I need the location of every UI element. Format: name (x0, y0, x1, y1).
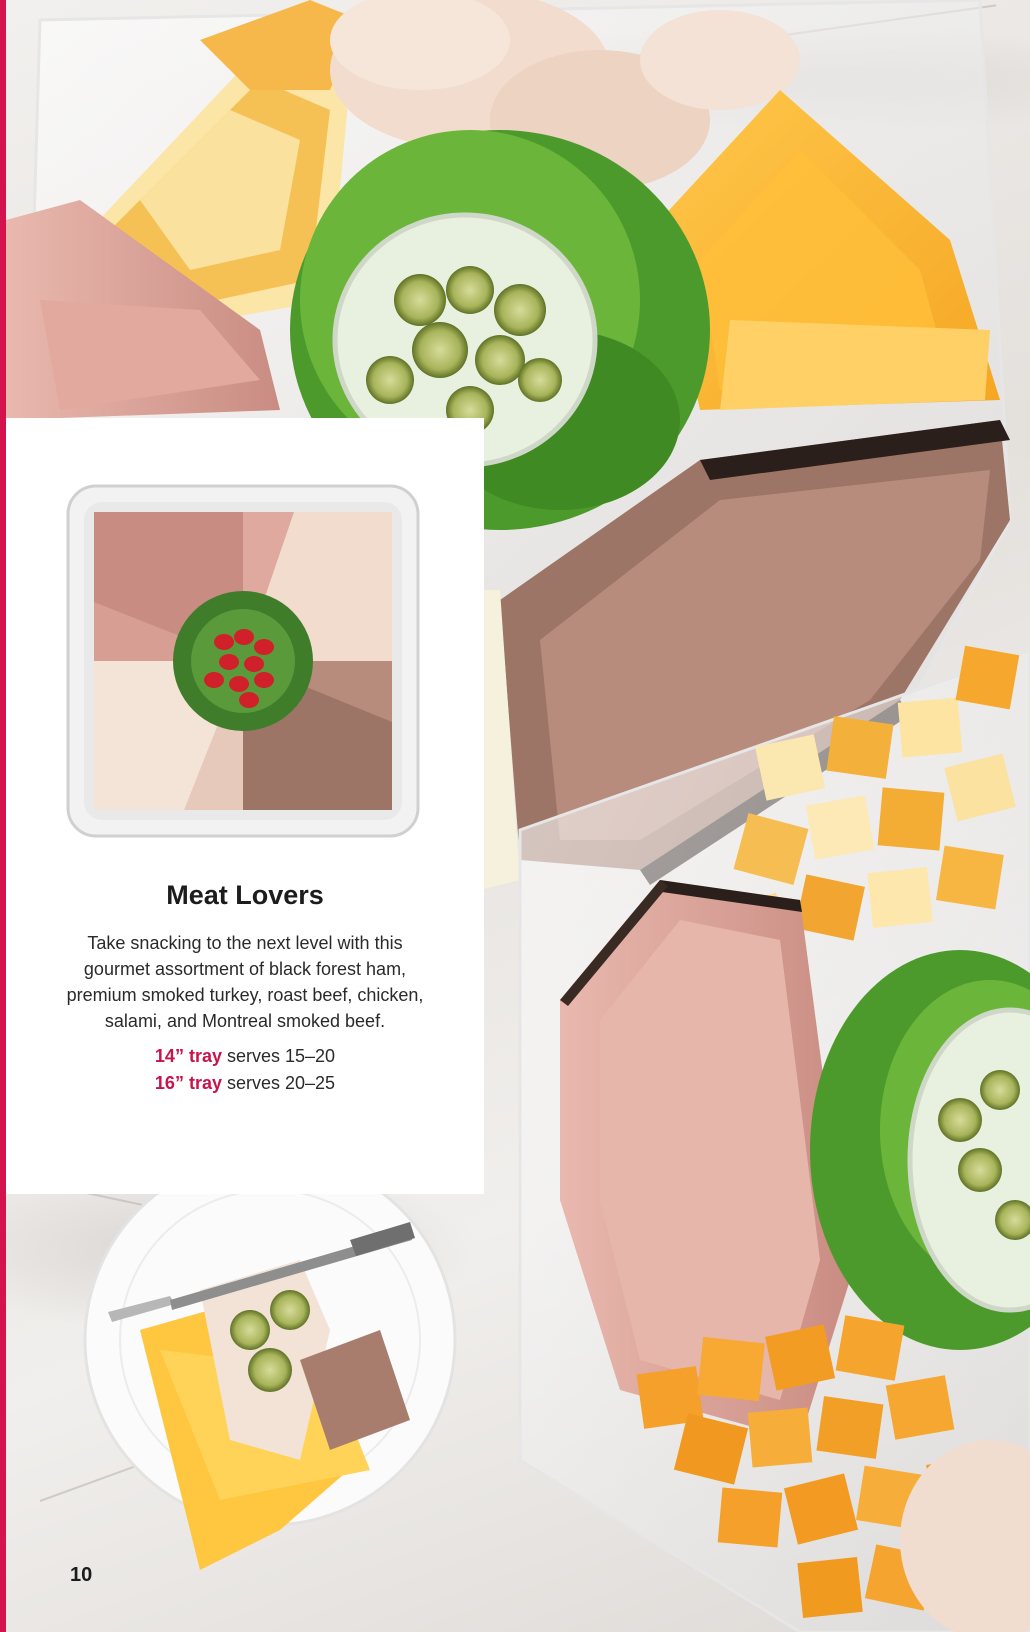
size-option-14: 14” tray serves 15–20 (6, 1046, 484, 1067)
tray-thumbnail (66, 484, 420, 838)
size-label: 14” tray (154, 1046, 222, 1066)
product-title: Meat Lovers (166, 880, 324, 910)
product-description: Take snacking to the next level with thi… (66, 933, 424, 1031)
serving-count: serves 20–25 (226, 1073, 336, 1093)
size-label: 16” tray (154, 1073, 222, 1093)
serving-plate (83, 1153, 457, 1570)
size-option-16: 16” tray serves 20–25 (6, 1073, 484, 1094)
serving-count: serves 15–20 (226, 1046, 336, 1066)
catalog-page: Meat Lovers Take snacking to the next le… (0, 0, 1030, 1632)
product-card: Meat Lovers Take snacking to the next le… (6, 418, 484, 1194)
page-number: 10 (70, 1564, 93, 1586)
